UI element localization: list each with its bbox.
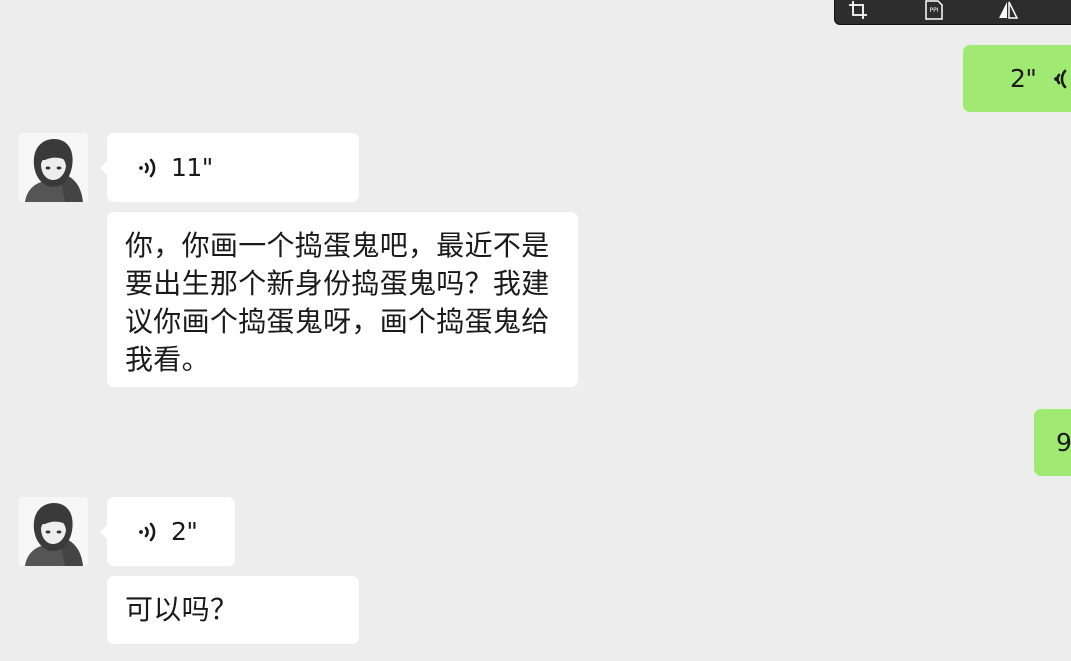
incoming-text-message[interactable]: 你，你画一个捣蛋鬼吧，最近不是要出生那个新身份捣蛋鬼吗？我建议你画个捣蛋鬼呀，画…	[107, 212, 578, 387]
voice-duration: 2"	[1010, 64, 1037, 93]
incoming-voice-message[interactable]: 11"	[100, 133, 359, 202]
message-text: 可以吗？	[125, 593, 239, 626]
voice-duration: 11"	[171, 153, 213, 182]
flip-icon[interactable]	[997, 0, 1019, 21]
voice-wave-icon	[137, 155, 161, 181]
svg-text:PPI: PPI	[929, 7, 938, 14]
crop-icon[interactable]	[847, 0, 869, 21]
voice-wave-icon	[1046, 66, 1070, 92]
voice-duration: 2"	[171, 517, 198, 546]
incoming-text-message[interactable]: 可以吗？	[107, 576, 359, 644]
image-toolbar: PPI	[834, 0, 1071, 25]
message-text: 你，你画一个捣蛋鬼吧，最近不是要出生那个新身份捣蛋鬼吗？我建议你画个捣蛋鬼呀，画…	[125, 229, 550, 376]
incoming-voice-message[interactable]: 2"	[100, 497, 235, 566]
voice-wave-icon	[137, 519, 161, 545]
avatar[interactable]	[19, 133, 88, 202]
outgoing-voice-message[interactable]: 9	[1034, 409, 1071, 476]
ppi-icon[interactable]: PPI	[923, 0, 945, 21]
outgoing-voice-message[interactable]: 2"	[963, 45, 1071, 112]
avatar[interactable]	[19, 497, 88, 566]
voice-duration: 9	[1056, 428, 1071, 457]
